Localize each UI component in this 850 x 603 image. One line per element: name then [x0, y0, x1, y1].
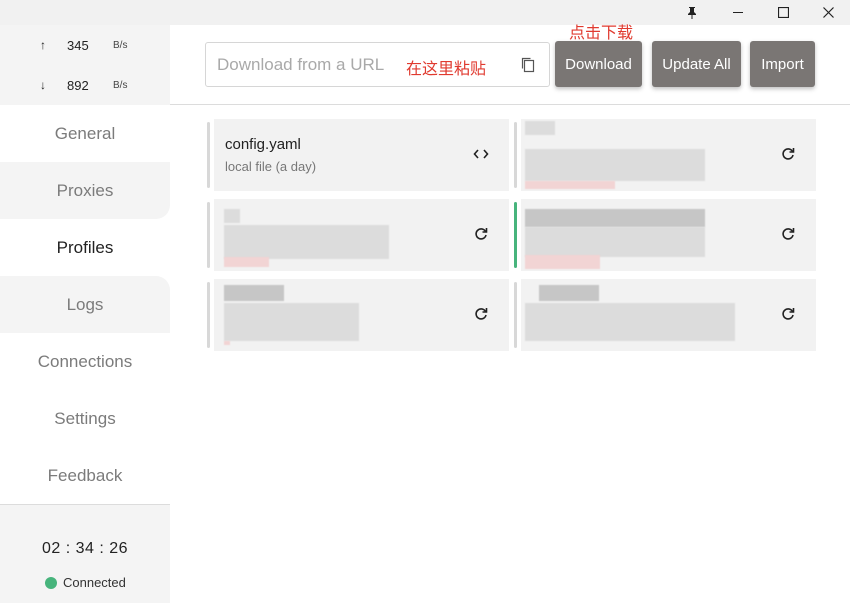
upload-speed: ↑ 345 B/s — [40, 35, 160, 55]
redacted-name — [224, 209, 240, 223]
profile-card-selected[interactable] — [514, 199, 816, 271]
paste-annotation: 在这里粘贴 — [406, 59, 487, 78]
profile-indicator — [514, 282, 517, 348]
url-box: 在这里粘贴 — [205, 42, 550, 87]
nav-connections[interactable]: Connections — [0, 333, 170, 390]
nav-menu: General Proxies Profiles Logs Connection… — [0, 105, 170, 504]
profile-indicator — [514, 122, 517, 188]
status-dot-icon — [45, 576, 57, 589]
profile-name: config.yaml — [225, 136, 301, 153]
update-all-button[interactable]: Update All — [652, 41, 741, 87]
connection-label: Connected — [63, 575, 126, 590]
uptime-clock: 02 : 34 : 26 — [41, 540, 129, 557]
download-button[interactable]: Download — [555, 41, 642, 87]
nav-profiles[interactable]: Profiles — [0, 219, 170, 276]
upload-arrow-icon: ↑ — [40, 38, 46, 52]
refresh-icon[interactable] — [779, 225, 797, 243]
profile-indicator — [207, 202, 210, 268]
sidebar-divider — [0, 504, 170, 505]
pin-icon[interactable] — [670, 0, 714, 25]
redacted-usage-bar — [224, 341, 230, 345]
nav-settings[interactable]: Settings — [0, 390, 170, 447]
download-arrow-icon: ↓ — [40, 78, 46, 92]
profile-card[interactable] — [514, 119, 816, 191]
nav-proxies[interactable]: Proxies — [0, 162, 170, 219]
profile-card[interactable] — [207, 279, 509, 351]
redacted-usage-bar — [224, 257, 269, 267]
redacted-name — [539, 285, 599, 301]
profile-card[interactable] — [514, 279, 816, 351]
maximize-icon[interactable] — [761, 0, 805, 25]
redacted-usage-bar — [525, 181, 615, 189]
upload-value: 345 — [67, 37, 89, 53]
profile-indicator — [207, 282, 210, 348]
code-icon[interactable] — [472, 145, 490, 163]
download-annotation: 点击下载 — [569, 23, 634, 42]
redacted-details — [224, 225, 389, 259]
redacted-name — [525, 121, 555, 135]
redacted-name — [224, 285, 284, 301]
nav-general[interactable]: General — [0, 105, 170, 162]
refresh-icon[interactable] — [472, 305, 490, 323]
download-speed: ↓ 892 B/s — [40, 75, 160, 95]
refresh-icon[interactable] — [779, 145, 797, 163]
redacted-details — [525, 303, 735, 341]
profile-source: local file (a day) — [225, 159, 317, 174]
profile-selected-indicator — [514, 202, 517, 268]
profile-card[interactable] — [207, 199, 509, 271]
minimize-icon[interactable] — [716, 0, 760, 25]
import-button[interactable]: Import — [750, 41, 815, 87]
download-unit: B/s — [113, 79, 128, 91]
sidebar: ↑ 345 B/s ↓ 892 B/s General Proxies Prof… — [0, 25, 170, 603]
redacted-details — [525, 227, 705, 257]
refresh-icon[interactable] — [779, 305, 797, 323]
nav-feedback[interactable]: Feedback — [0, 447, 170, 504]
paste-icon[interactable] — [519, 56, 537, 74]
redacted-details — [525, 149, 705, 181]
traffic-monitor: ↑ 345 B/s ↓ 892 B/s — [0, 25, 170, 105]
refresh-icon[interactable] — [472, 225, 490, 243]
connection-status: Connected — [45, 575, 126, 590]
redacted-details — [224, 303, 359, 341]
nav-logs[interactable]: Logs — [0, 276, 170, 333]
profiles-toolbar: 在这里粘贴 点击下载 Download Update All Import — [170, 23, 850, 105]
close-icon[interactable] — [806, 0, 850, 25]
profile-indicator — [207, 122, 210, 188]
download-value: 892 — [67, 77, 89, 93]
profile-card[interactable]: config.yaml local file (a day) — [207, 119, 509, 191]
redacted-usage-bar — [525, 255, 600, 269]
redacted-name — [525, 209, 705, 227]
url-input[interactable] — [217, 54, 397, 75]
upload-unit: B/s — [113, 39, 128, 51]
title-bar — [0, 0, 850, 25]
